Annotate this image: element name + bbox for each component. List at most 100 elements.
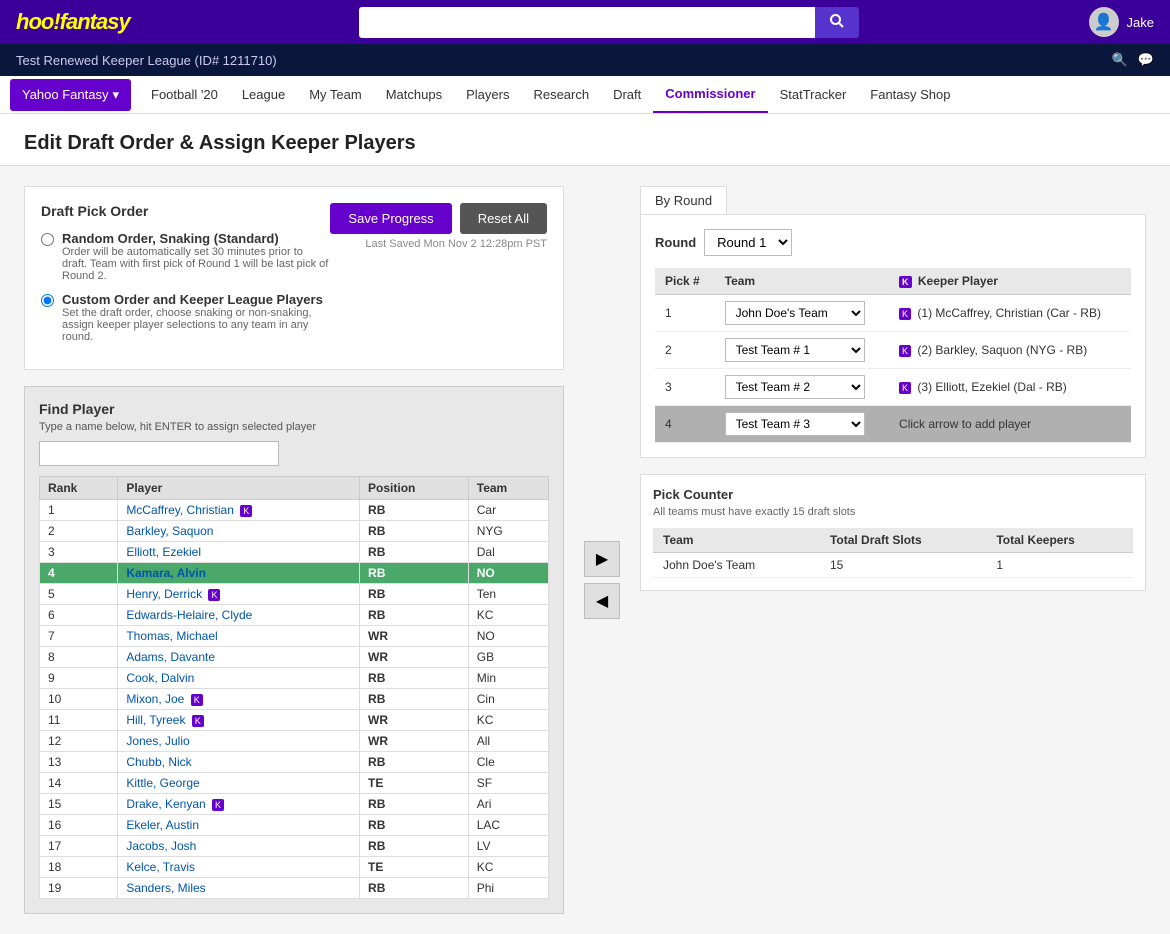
player-row[interactable]: 8 Adams, Davante WR GB [40,647,549,668]
player-row[interactable]: 1 McCaffrey, Christian K RB Car [40,500,549,521]
player-name: Ekeler, Austin [118,815,360,836]
custom-order-radio[interactable] [41,294,54,307]
player-link[interactable]: Mixon, Joe [126,692,184,706]
player-row[interactable]: 3 Elliott, Ezekiel RB Dal [40,542,549,563]
nav-commissioner[interactable]: Commissioner [653,76,767,113]
col-position: Position [360,477,469,500]
by-round-tab[interactable]: By Round [640,186,727,214]
player-link[interactable]: Henry, Derrick [126,587,202,601]
player-link[interactable]: Ekeler, Austin [126,818,199,832]
player-name: Elliott, Ezekiel [118,542,360,563]
player-name: Hill, Tyreek K [118,710,360,731]
pick-number: 2 [655,332,715,369]
pick-team-select[interactable]: Test Team # 2 [725,375,865,399]
nav-fantasy-shop[interactable]: Fantasy Shop [858,77,962,112]
random-order-radio[interactable] [41,233,54,246]
player-row[interactable]: 13 Chubb, Nick RB Cle [40,752,549,773]
pick-team-select[interactable]: John Doe's Team [725,301,865,325]
player-link[interactable]: Hill, Tyreek [126,713,185,727]
player-row[interactable]: 2 Barkley, Saquon RB NYG [40,521,549,542]
round-select[interactable]: Round 1 Round 2 Round 3 [704,229,792,256]
player-link[interactable]: Barkley, Saquon [126,524,213,538]
save-progress-button[interactable]: Save Progress [330,203,451,234]
player-rank: 19 [40,878,118,899]
pick-team-select[interactable]: Test Team # 1 [725,338,865,362]
counter-row: John Doe's Team 15 1 [653,553,1133,578]
nav-myteam[interactable]: My Team [297,77,374,112]
player-link[interactable]: McCaffrey, Christian [126,503,234,517]
player-rank: 1 [40,500,118,521]
pick-counter: Pick Counter All teams must have exactly… [640,474,1146,591]
chevron-down-icon: ▾ [112,87,119,103]
player-row[interactable]: 10 Mixon, Joe K RB Cin [40,689,549,710]
nav-matchups[interactable]: Matchups [374,77,454,112]
player-link[interactable]: Sanders, Miles [126,881,205,895]
player-link[interactable]: Kittle, George [126,776,199,790]
player-row[interactable]: 6 Edwards-Helaire, Clyde RB KC [40,605,549,626]
reset-all-button[interactable]: Reset All [460,203,547,234]
player-link[interactable]: Drake, Kenyan [126,797,205,811]
player-link[interactable]: Jacobs, Josh [126,839,196,853]
player-row[interactable]: 5 Henry, Derrick K RB Ten [40,584,549,605]
player-row[interactable]: 18 Kelce, Travis TE KC [40,857,549,878]
player-link[interactable]: Elliott, Ezekiel [126,545,201,559]
player-pos: WR [360,731,469,752]
keeper-icon: K [191,694,203,706]
player-row[interactable]: 16 Ekeler, Austin RB LAC [40,815,549,836]
player-row[interactable]: 7 Thomas, Michael WR NO [40,626,549,647]
nav-players[interactable]: Players [454,77,521,112]
player-row[interactable]: 9 Cook, Dalvin RB Min [40,668,549,689]
player-name: Jacobs, Josh [118,836,360,857]
avatar: 👤 [1089,7,1119,37]
yahoo-fantasy-button[interactable]: Yahoo Fantasy ▾ [10,79,131,111]
player-pos: RB [360,752,469,773]
player-row[interactable]: 15 Drake, Kenyan K RB Ari [40,794,549,815]
player-link[interactable]: Chubb, Nick [126,755,191,769]
main-nav: Yahoo Fantasy ▾ Football '20 League My T… [0,76,1170,114]
player-team: NO [468,626,548,647]
keeper-player-cell: K (1) McCaffrey, Christian (Car - RB) [889,295,1131,332]
pick-team-select[interactable]: Test Team # 3 [725,412,865,436]
logo[interactable]: hoo!fantasy [16,9,130,35]
find-player-input[interactable] [39,441,279,466]
nav-football20[interactable]: Football '20 [139,77,230,112]
player-team: Dal [468,542,548,563]
random-order-label[interactable]: Random Order, Snaking (Standard) [62,231,279,246]
player-row[interactable]: 12 Jones, Julio WR All [40,731,549,752]
player-link[interactable]: Adams, Davante [126,650,215,664]
keeper-badge-cell: K [899,382,911,394]
search-icon-league[interactable]: 🔍 [1112,52,1128,68]
player-row[interactable]: 4 Kamara, Alvin RB NO [40,563,549,584]
player-link[interactable]: Cook, Dalvin [126,671,194,685]
player-team: KC [468,710,548,731]
player-rank: 5 [40,584,118,605]
nav-draft[interactable]: Draft [601,77,653,112]
player-row[interactable]: 11 Hill, Tyreek K WR KC [40,710,549,731]
pick-number: 3 [655,369,715,406]
search-input[interactable] [359,7,815,38]
player-link[interactable]: Jones, Julio [126,734,189,748]
nav-league[interactable]: League [230,77,297,112]
search-button[interactable] [815,7,859,38]
player-link[interactable]: Kelce, Travis [126,860,195,874]
player-link[interactable]: Thomas, Michael [126,629,217,643]
custom-order-label[interactable]: Custom Order and Keeper League Players [62,292,323,307]
click-arrow-cell: Click arrow to add player [889,406,1131,443]
player-rank: 4 [40,563,118,584]
pick-row: 1 John Doe's Team K (1) McCaffrey, Chris… [655,295,1131,332]
arrow-up-button[interactable]: ▶ [584,541,620,577]
arrow-down-button[interactable]: ◀ [584,583,620,619]
player-row[interactable]: 19 Sanders, Miles RB Phi [40,878,549,899]
find-player-panel: Find Player Type a name below, hit ENTER… [24,386,564,914]
player-row[interactable]: 17 Jacobs, Josh RB LV [40,836,549,857]
player-name: McCaffrey, Christian K [118,500,360,521]
nav-research[interactable]: Research [521,77,601,112]
player-team: Cin [468,689,548,710]
player-link[interactable]: Kamara, Alvin [126,566,206,580]
player-row[interactable]: 14 Kittle, George TE SF [40,773,549,794]
nav-stattracker[interactable]: StatTracker [768,77,859,112]
logo-prefix: hoo [16,9,53,34]
chat-icon[interactable]: 💬 [1138,52,1154,68]
player-rank: 16 [40,815,118,836]
player-link[interactable]: Edwards-Helaire, Clyde [126,608,252,622]
